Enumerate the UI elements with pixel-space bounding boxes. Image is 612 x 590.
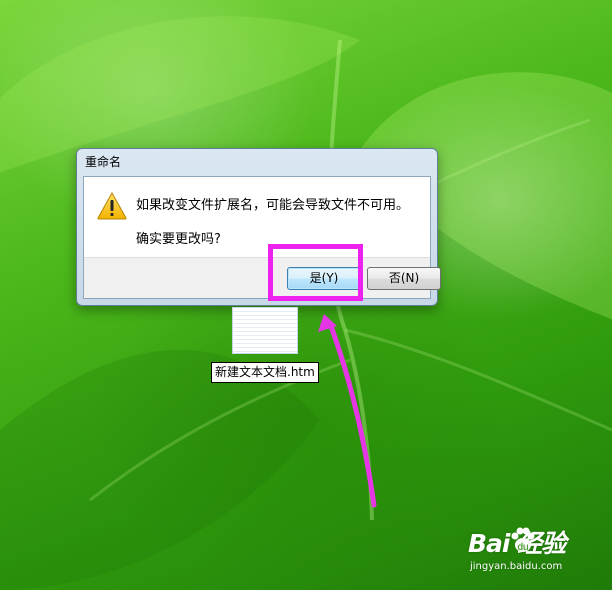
dialog-title: 重命名 bbox=[85, 155, 122, 169]
desktop: 重命名 如果改变文件扩展名，可能会导致文件不可用。 确实要更改吗? 是(Y) 否… bbox=[0, 0, 612, 590]
baidu-jingyan-watermark: Bai 经验 du jingyan.baidu.com bbox=[468, 524, 608, 584]
baidu-url: jingyan.baidu.com bbox=[470, 561, 563, 572]
baidu-paw-icon: du bbox=[511, 527, 535, 553]
warning-message: 如果改变文件扩展名，可能会导致文件不可用。 bbox=[136, 198, 410, 213]
dialog-content: 如果改变文件扩展名，可能会导致文件不可用。 确实要更改吗? 是(Y) 否(N) bbox=[83, 176, 441, 299]
text-document-icon[interactable] bbox=[232, 307, 298, 354]
file-name-edit-box[interactable]: 新建文本文档.htm bbox=[211, 362, 319, 383]
yes-button-highlight bbox=[268, 244, 363, 301]
warning-icon bbox=[97, 192, 127, 220]
dialog-titlebar[interactable]: 重命名 bbox=[77, 149, 437, 175]
confirm-question: 确实要更改吗? bbox=[136, 232, 221, 247]
svg-text:du: du bbox=[517, 542, 528, 553]
no-button[interactable]: 否(N) bbox=[367, 267, 441, 290]
rename-dialog: 重命名 如果改变文件扩展名，可能会导致文件不可用。 确实要更改吗? 是(Y) 否… bbox=[76, 148, 441, 306]
dialog-button-bar: 是(Y) 否(N) bbox=[84, 257, 441, 298]
